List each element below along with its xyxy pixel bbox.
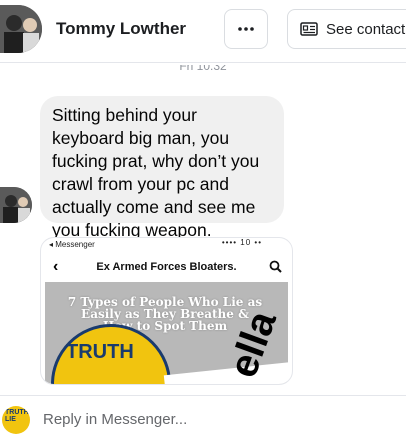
avatar-photo-icon <box>0 5 42 53</box>
contact-name[interactable]: Tommy Lowther <box>56 19 186 39</box>
message-timestamp: Fri 10:32 <box>0 65 406 75</box>
page-avatar: TRUTH LIE <box>2 406 30 434</box>
contact-card-icon <box>300 22 318 36</box>
reply-input[interactable]: Reply in Messenger... <box>43 411 187 428</box>
sender-avatar[interactable] <box>0 187 32 223</box>
screenshot-status-icons: •••• 10 •• <box>221 238 262 247</box>
screenshot-page-title: Ex Armed Forces Bloaters. <box>96 261 237 273</box>
contact-avatar[interactable] <box>0 5 42 53</box>
truth-badge-text: TRUTH <box>66 341 134 363</box>
truth-badge: TRUTH <box>51 324 171 384</box>
image-attachment[interactable]: ◂ Messenger •••• 10 •• ‹ Ex Armed Forces… <box>40 237 293 385</box>
more-options-button[interactable] <box>224 9 268 49</box>
screenshot-post-image: 7 Types of People Who Lie as Easily as T… <box>45 282 288 384</box>
search-icon <box>269 260 282 278</box>
more-horizontal-icon <box>238 27 254 31</box>
see-contact-label: See contact <box>326 20 406 38</box>
message-bubble[interactable]: Sitting behind your keyboard big man, yo… <box>40 96 284 240</box>
screenshot-status-bar: ◂ Messenger <box>49 240 95 249</box>
see-contact-button[interactable]: See contact <box>287 9 406 49</box>
conversation-header: Tommy Lowther See contact <box>0 0 406 63</box>
page-avatar-text: TRUTH LIE <box>5 409 29 423</box>
avatar-photo-icon <box>0 187 32 223</box>
reply-bar: TRUTH LIE Reply in Messenger... <box>0 395 406 434</box>
timestamp-text: Fri 10:32 <box>179 65 227 73</box>
